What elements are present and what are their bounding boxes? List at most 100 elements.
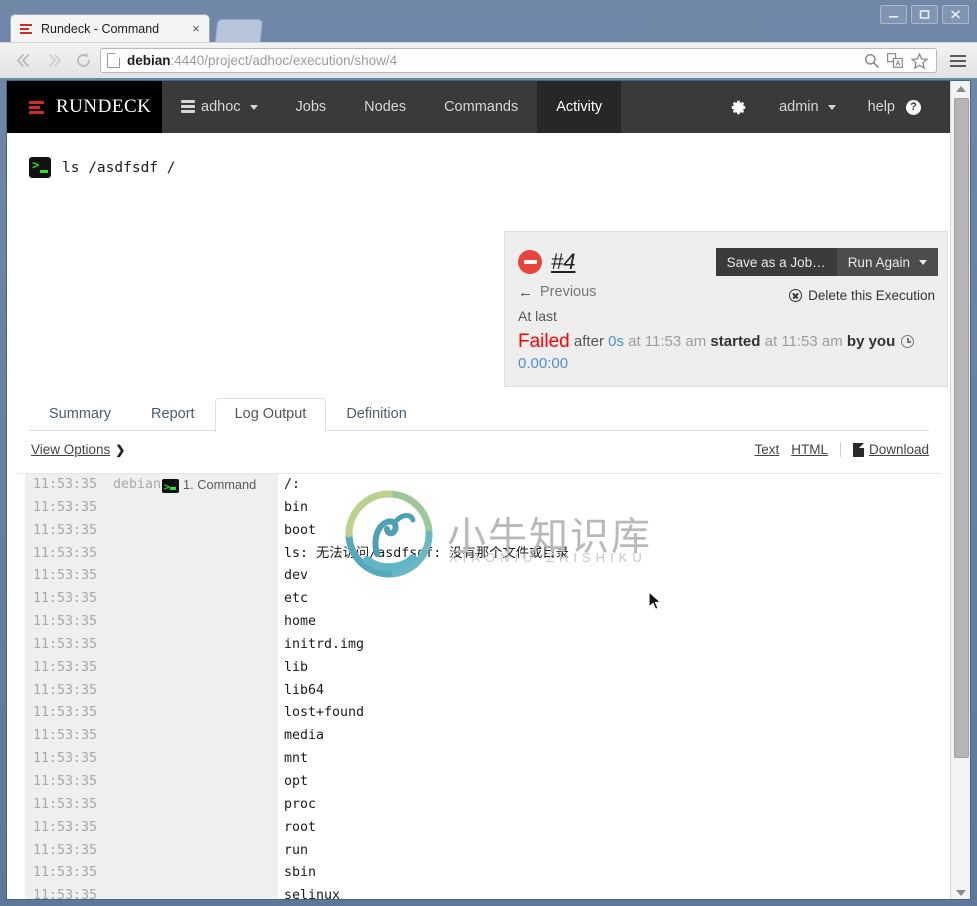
scroll-up-icon[interactable]: [951, 81, 970, 97]
log-line-timestamp: 11:53:35: [33, 591, 98, 607]
log-format-text[interactable]: Text: [754, 442, 779, 457]
terminal-icon: [162, 477, 179, 500]
nav-item-commands[interactable]: Commands: [425, 81, 537, 133]
new-tab-button[interactable]: [214, 19, 264, 42]
tab-log-output[interactable]: Log Output: [214, 398, 327, 432]
log-format-html[interactable]: HTML: [791, 442, 828, 457]
log-line-message: media: [284, 728, 325, 744]
mouse-cursor: [648, 591, 662, 611]
save-as-job-button[interactable]: Save as a Job…: [715, 248, 837, 276]
log-line-timestamp: 11:53:35: [33, 545, 98, 561]
document-download-icon: [852, 442, 864, 457]
terminal-icon: [29, 157, 51, 178]
executed-command-text: ls /asdfsdf /: [62, 159, 176, 176]
log-line-timestamp: 11:53:35: [33, 477, 98, 492]
execution-id-row: #4: [518, 249, 575, 275]
log-line: 11:53:35 opt: [17, 771, 941, 794]
nav-item-jobs[interactable]: Jobs: [277, 81, 346, 133]
log-line-message: initrd.img: [284, 636, 365, 652]
nav-item-activity-label: Activity: [556, 99, 603, 115]
log-line-message: dev: [284, 568, 309, 584]
chevron-down-icon: [249, 104, 258, 110]
minimize-icon[interactable]: [880, 5, 907, 24]
scrollbar-thumb[interactable]: [954, 98, 969, 758]
forward-icon[interactable]: [38, 47, 68, 75]
log-line: 11:53:35 media: [17, 725, 941, 748]
log-line-timestamp: 11:53:35: [33, 728, 98, 744]
log-line-timestamp: 11:53:35: [33, 865, 98, 881]
browser-navbar: debian:4440/project/adhoc/execution/show…: [0, 42, 977, 78]
tab-summary[interactable]: Summary: [29, 398, 131, 431]
nav-item-nodes[interactable]: Nodes: [345, 81, 425, 133]
help-icon: ?: [906, 99, 921, 115]
started-at-label: at: [764, 333, 778, 350]
log-line: 11:53:35 sbin: [17, 862, 941, 885]
log-line-timestamp: 11:53:35: [33, 682, 98, 698]
execution-duration: 0s: [608, 333, 624, 350]
translate-icon[interactable]: A: [887, 53, 903, 68]
log-lines: 11:53:35debian1. Command/:11:53:35bin11:…: [17, 474, 941, 900]
delete-execution-button[interactable]: Delete this Execution: [789, 288, 935, 303]
at-label: at: [628, 333, 641, 350]
log-line-timestamp: 11:53:35: [33, 568, 98, 584]
log-actions: Text HTML Download: [754, 442, 929, 457]
settings-button[interactable]: [714, 81, 763, 133]
log-line-message: root: [284, 819, 317, 835]
log-line-message: run: [284, 842, 309, 858]
execution-by-label: by you: [846, 333, 896, 350]
close-icon[interactable]: ×: [189, 21, 203, 36]
download-log-button[interactable]: Download: [852, 442, 929, 457]
tab-definition[interactable]: Definition: [326, 398, 426, 431]
divider: [839, 442, 841, 457]
address-bar[interactable]: debian:4440/project/adhoc/execution/show…: [100, 48, 937, 73]
previous-execution-link[interactable]: ← Previous: [518, 284, 596, 300]
log-line: 11:53:35 lib: [17, 657, 941, 680]
hamburger-menu-icon[interactable]: [943, 54, 969, 67]
run-again-button[interactable]: Run Again: [836, 248, 938, 276]
download-log-label[interactable]: Download: [869, 442, 929, 457]
nav-item-commands-label: Commands: [444, 99, 519, 115]
help-menu[interactable]: help ?: [852, 81, 937, 133]
scroll-down-icon[interactable]: [951, 885, 970, 899]
nav-item-project[interactable]: adhoc: [162, 81, 277, 133]
log-line: 11:53:35 mnt: [17, 748, 941, 771]
delete-circle-icon: [789, 289, 803, 302]
tab-report[interactable]: Report: [131, 398, 215, 431]
user-menu[interactable]: admin: [763, 81, 852, 133]
log-output-panel[interactable]: 11:53:35debian1. Command/:11:53:35bin11:…: [17, 473, 941, 900]
execution-id-link[interactable]: #4: [551, 249, 575, 275]
browser-titlebar: Rundeck - Command ×: [0, 0, 977, 42]
previous-execution-label: Previous: [540, 284, 597, 300]
maximize-icon[interactable]: [911, 5, 938, 24]
search-icon[interactable]: [864, 53, 879, 68]
error-circle-icon: [518, 250, 542, 274]
log-line-message: ls: 无法访问/asdfsdf: 没有那个文件或目录: [284, 545, 569, 561]
executed-command: ls /asdfsdf /: [29, 157, 176, 178]
nav-item-activity[interactable]: Activity: [537, 81, 622, 133]
log-line-timestamp: 11:53:35: [33, 819, 98, 835]
bookmark-star-icon[interactable]: [911, 52, 928, 69]
rundeck-logo-icon: [29, 98, 45, 116]
log-line: 11:53:35 run: [17, 840, 941, 863]
view-options-toggle[interactable]: View Options ❯: [31, 442, 125, 457]
log-line-timestamp: 11:53:35: [33, 888, 98, 900]
log-line-message: lib: [284, 659, 309, 675]
execution-actions: Save as a Job… Run Again: [715, 248, 938, 276]
log-line: 11:53:35 ls: 无法访问/asdfsdf: 没有那个文件或目录: [17, 543, 941, 566]
rundeck-nav-items: adhoc Jobs Nodes Commands Activity: [162, 81, 622, 133]
reload-icon[interactable]: [68, 47, 98, 75]
log-line: 11:53:35 boot: [17, 520, 941, 543]
log-line-timestamp: 11:53:35: [33, 659, 98, 675]
browser-tab[interactable]: Rundeck - Command ×: [10, 14, 210, 42]
page-icon: [107, 53, 120, 68]
log-line: 11:53:35 bin: [17, 497, 941, 520]
chevron-down-icon: [827, 104, 836, 110]
close-window-icon[interactable]: [942, 5, 969, 24]
url-host: debian: [127, 53, 171, 68]
browser-window: Rundeck - Command × debian:4440/project/…: [0, 0, 977, 906]
back-icon[interactable]: [8, 47, 38, 75]
address-bar-icons: A: [864, 52, 930, 69]
page-scrollbar[interactable]: [950, 81, 970, 899]
rundeck-brand[interactable]: RUNDECK: [7, 81, 162, 133]
execution-status-card: #4 ← Previous At last Failed after 0s at…: [504, 231, 948, 387]
